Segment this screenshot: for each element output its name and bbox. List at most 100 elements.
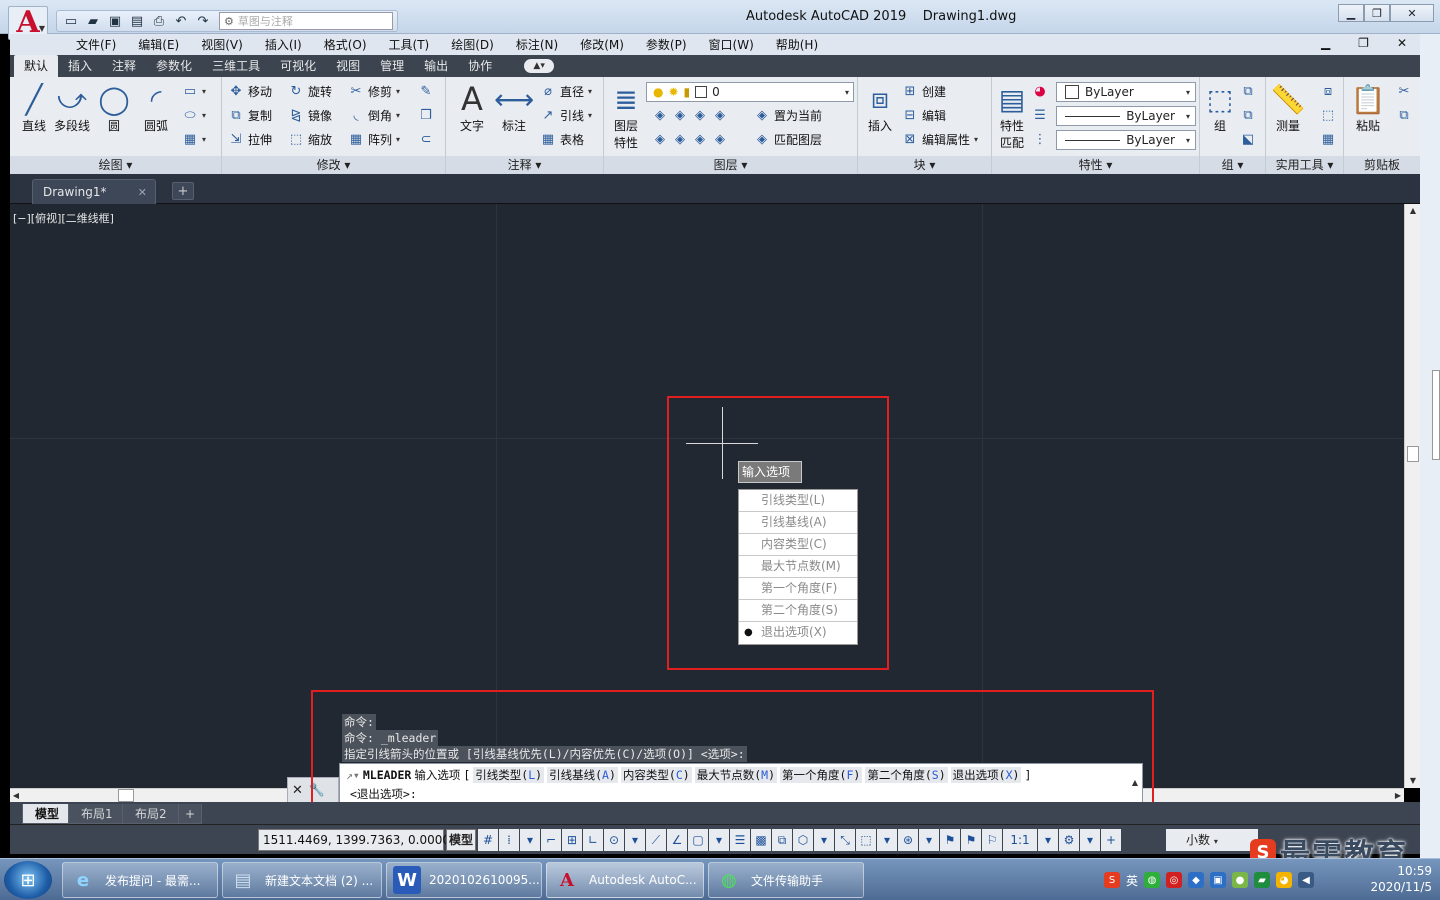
layer-unisolate-icon[interactable]: ◈ — [672, 131, 688, 147]
copy-clip-icon[interactable]: ⧉ — [1396, 107, 1412, 123]
coordinate-readout[interactable]: 1511.4469, 1399.7363, 0.0000 — [258, 829, 450, 851]
erase-button[interactable]: ✎ — [418, 83, 434, 99]
layer-freeze-icon[interactable]: ◈ — [692, 107, 708, 123]
clock[interactable]: 10:59 2020/11/5 — [1370, 863, 1432, 895]
layer-dropdown[interactable]: ● ✹ ▮ 0 ▾ — [646, 82, 854, 102]
menu-draw[interactable]: 绘图(D) — [440, 36, 505, 53]
rotate-button[interactable]: ↻ 旋转 — [288, 83, 332, 100]
annotation-scale-value[interactable]: 1:1 — [1003, 829, 1037, 851]
osnap-dropdown-icon[interactable]: ▾ — [709, 829, 729, 851]
insert-block-button[interactable]: ⧈ 插入 — [862, 81, 898, 134]
panel-title-utilities[interactable]: 实用工具 ▾ — [1266, 156, 1343, 174]
circle-button[interactable]: ◯ 圆 — [96, 81, 132, 134]
tab-visualize[interactable]: 可视化 — [270, 55, 326, 77]
rectangle-button[interactable]: ▭ ▾ — [182, 83, 206, 99]
lineweight-icon[interactable]: ⋮ — [1032, 131, 1048, 147]
annotation-visibility-icon[interactable]: ⚑ — [940, 829, 960, 851]
array-button[interactable]: ▦ 阵列 ▾ — [348, 131, 400, 148]
minimize-icon[interactable]: ▁ — [1338, 4, 1364, 22]
3d-osnap-icon[interactable]: ⬡ — [793, 829, 813, 851]
scale-button[interactable]: ⬚ 缩放 — [288, 131, 332, 148]
add-layout-plus-icon[interactable]: + — [178, 804, 203, 824]
osnap-icon[interactable]: ▢ — [688, 829, 708, 851]
wechat-tray-icon[interactable]: ◍ — [1144, 872, 1161, 888]
taskbar-item-ie[interactable]: e 发布提问 - 最需... — [62, 862, 218, 898]
offset-button[interactable]: ⊂ — [418, 131, 434, 147]
open-file-icon[interactable]: ▰ — [83, 12, 103, 30]
panel-title-group[interactable]: 组 ▾ — [1200, 156, 1265, 174]
layer-off-icon[interactable]: ◈ — [652, 107, 668, 123]
snap-dropdown-icon[interactable]: ▾ — [520, 829, 540, 851]
explode-button[interactable]: ❒ — [418, 107, 434, 123]
group-button[interactable]: ⬚ 组 — [1202, 81, 1238, 134]
new-file-icon[interactable]: ▭ — [61, 12, 81, 30]
panel-title-properties[interactable]: 特性 ▾ — [992, 156, 1199, 174]
start-button-windows-icon[interactable]: ⊞ — [4, 861, 52, 899]
taskbar-item-wechat[interactable]: ◍ 文件传输助手 — [708, 862, 864, 898]
hatch-button[interactable]: ▦ ▾ — [182, 131, 206, 147]
doc-minimize-icon[interactable]: ▁ — [1310, 36, 1341, 50]
snap-icon[interactable]: ⁞ — [499, 829, 519, 851]
copy-button[interactable]: ⧉ 复制 — [228, 107, 272, 124]
move-button[interactable]: ✥ 移动 — [228, 83, 272, 100]
file-tab-drawing1[interactable]: Drawing1* ✕ — [32, 179, 156, 204]
polyline-button[interactable]: ⤻ 多段线 — [54, 81, 90, 134]
filter-dropdown-icon[interactable]: ▾ — [877, 829, 897, 851]
nvidia-icon[interactable]: ▰ — [1254, 872, 1271, 888]
tab-manage[interactable]: 管理 — [370, 55, 414, 77]
tab-3d-tools[interactable]: 三维工具 — [202, 55, 270, 77]
paste-button[interactable]: 📋 粘贴 — [1350, 81, 1386, 134]
table-button[interactable]: ▦ 表格 — [540, 131, 584, 148]
polar-icon[interactable]: ⊙ — [604, 829, 624, 851]
units-dropdown[interactable]: 小数 ▾ — [1166, 829, 1258, 851]
group-select-icon[interactable]: ⬕ — [1240, 131, 1256, 147]
calculator-icon[interactable]: ▦ — [1320, 131, 1336, 147]
tab-view[interactable]: 视图 — [326, 55, 370, 77]
sogou-tray-icon[interactable]: S — [1104, 872, 1120, 888]
ortho-icon[interactable]: ∟ — [583, 829, 603, 851]
shield-icon[interactable]: ◆ — [1188, 872, 1205, 888]
taskbar-item-word[interactable]: W 2020102610095... — [386, 862, 542, 898]
external-scroll-thumb[interactable] — [1432, 370, 1440, 460]
menu-insert[interactable]: 插入(I) — [254, 36, 313, 53]
menu-help[interactable]: 帮助(H) — [765, 36, 829, 53]
menu-view[interactable]: 视图(V) — [190, 36, 254, 53]
workspace-dropdown[interactable]: ⚙ 草图与注释 — [219, 12, 393, 30]
doc-close-icon[interactable]: ✕ — [1386, 36, 1418, 50]
layer-unlock-icon[interactable]: ◈ — [712, 131, 728, 147]
panel-title-modify[interactable]: 修改 ▾ — [222, 156, 445, 174]
linetype-icon[interactable]: ☰ — [1032, 107, 1048, 123]
color-dropdown[interactable]: ByLayer ▾ — [1056, 82, 1196, 102]
stretch-button[interactable]: ⇲ 拉伸 — [228, 131, 272, 148]
save-as-icon[interactable]: ▤ — [127, 12, 147, 30]
tab-default[interactable]: 默认 — [14, 55, 59, 77]
gizmo-dropdown-icon[interactable]: ▾ — [919, 829, 939, 851]
color-wheel-icon[interactable]: ◕ — [1032, 83, 1048, 99]
menu-dimension[interactable]: 标注(N) — [505, 36, 569, 53]
selection-filter-icon[interactable]: ⬚ — [856, 829, 876, 851]
menu-edit[interactable]: 编辑(E) — [127, 36, 190, 53]
menu-file[interactable]: 文件(F) — [65, 36, 127, 53]
line-button[interactable]: ╱ 直线 — [16, 81, 52, 134]
grid-icon[interactable]: # — [478, 829, 498, 851]
dimension-button[interactable]: ⟷ 标注 — [494, 81, 534, 134]
netease-tray-icon[interactable]: ◎ — [1166, 872, 1183, 888]
menu-modify[interactable]: 修改(M) — [569, 36, 635, 53]
tab-output[interactable]: 输出 — [414, 55, 458, 77]
vertical-scrollbar[interactable]: ▲ ▼ — [1404, 204, 1420, 788]
ellipse-button[interactable]: ⬭ ▾ — [182, 107, 206, 123]
menu-window[interactable]: 窗口(W) — [698, 36, 765, 53]
layer-on-icon[interactable]: ◈ — [652, 131, 668, 147]
annotation-monitor-plus-icon[interactable]: + — [1101, 829, 1121, 851]
edit-attribute-button[interactable]: ⊠ 编辑属性 ▾ — [902, 131, 978, 148]
scroll-right-icon[interactable]: ▶ — [1392, 789, 1404, 802]
tray-app-icon[interactable]: ● — [1232, 872, 1249, 888]
layout-tab-layout2[interactable]: 布局2 — [122, 804, 180, 824]
tab-insert[interactable]: 插入 — [58, 55, 102, 77]
qq-icon[interactable]: ◕ — [1276, 872, 1293, 888]
input-language[interactable]: 英 — [1126, 872, 1138, 889]
taskbar-item-notepad[interactable]: ▤ 新建文本文档 (2) ... — [222, 862, 382, 898]
tab-annotate[interactable]: 注释 — [102, 55, 146, 77]
dynamic-input-icon[interactable]: ⊞ — [562, 829, 582, 851]
redo-icon[interactable]: ↷ — [193, 12, 213, 30]
